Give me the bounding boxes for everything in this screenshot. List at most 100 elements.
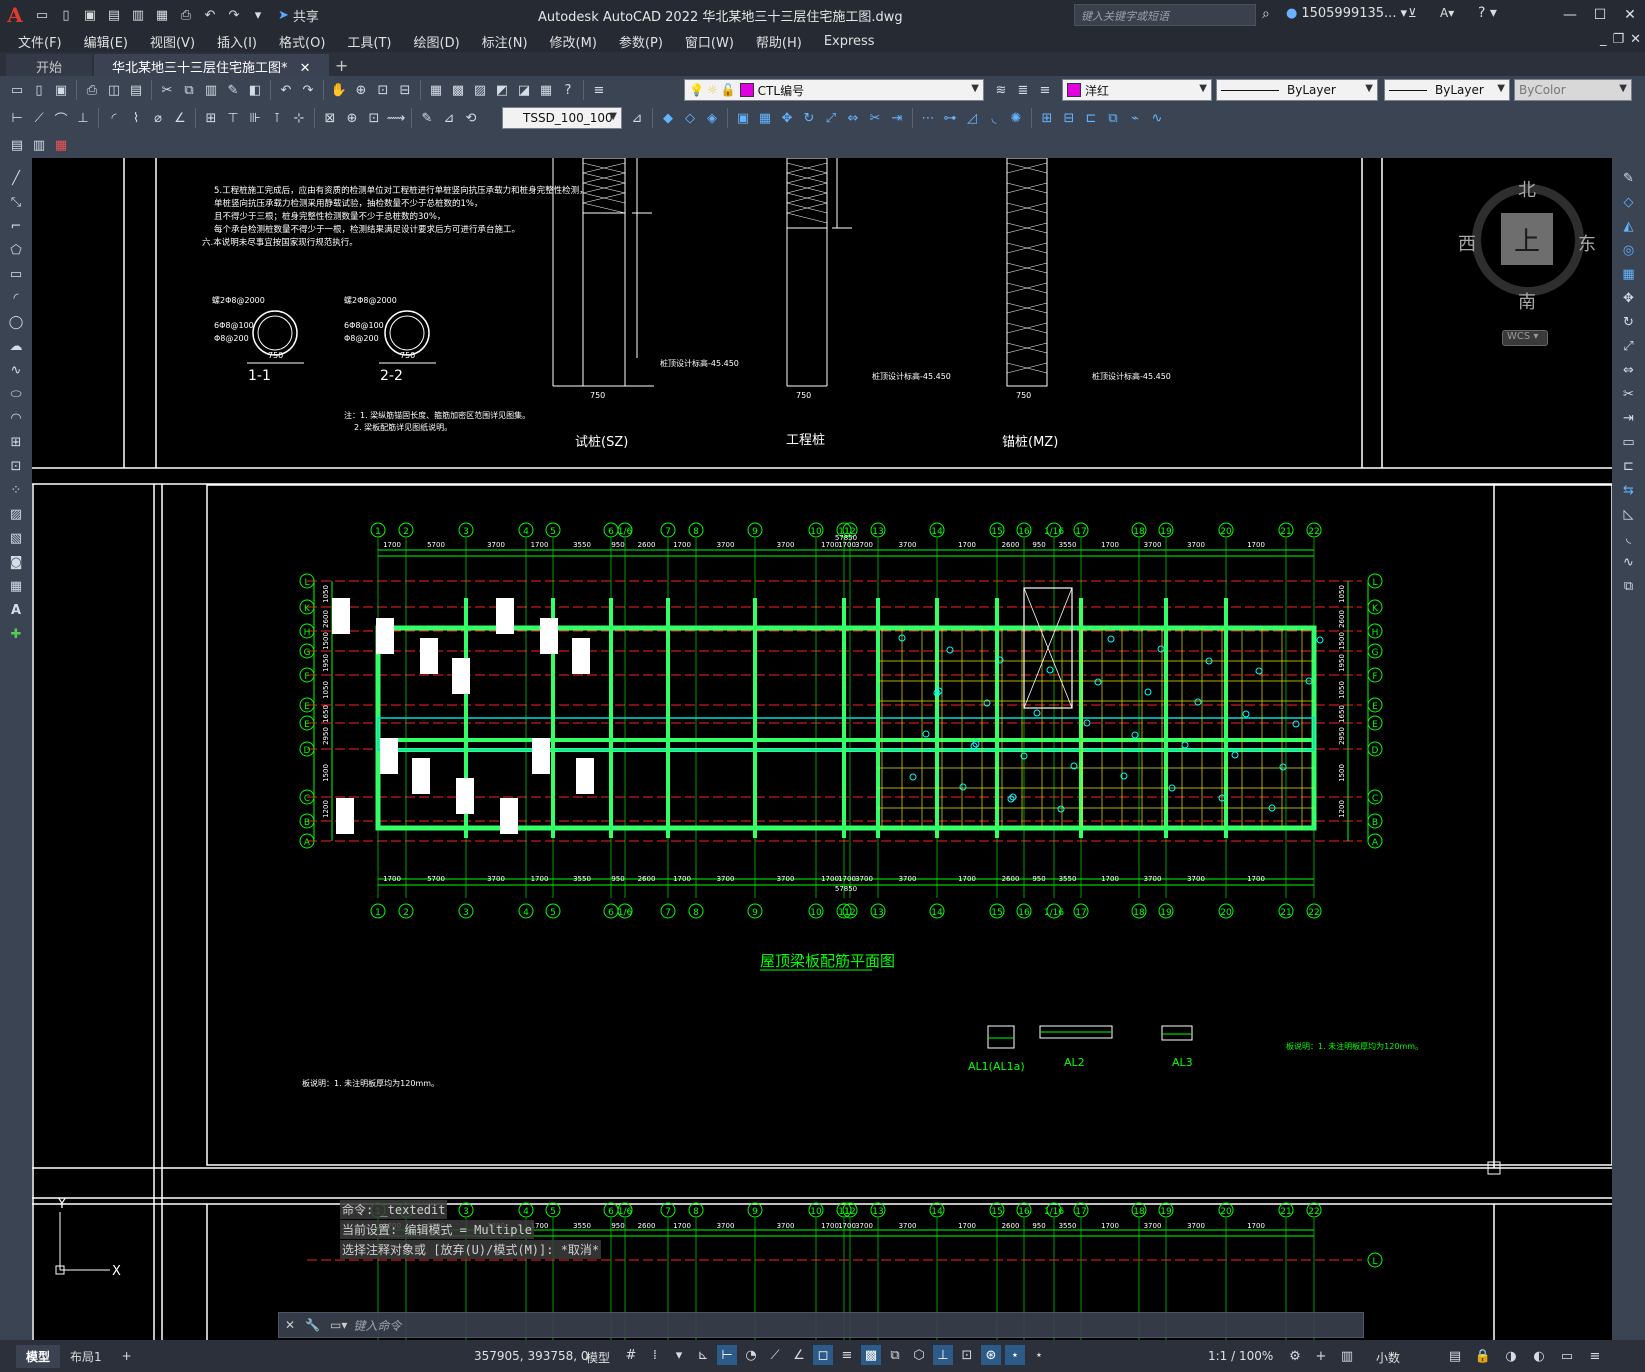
line-icon[interactable]: ╱ — [6, 168, 26, 188]
compass-west[interactable]: 西 — [1458, 230, 1476, 256]
maximize-icon[interactable]: ☐ — [1585, 0, 1615, 30]
linetype-dropdown[interactable]: ByLayer ▼ — [1216, 79, 1378, 101]
save-as-icon[interactable]: ▤ — [104, 4, 124, 26]
fillet-icon[interactable]: ◟ — [1619, 528, 1639, 548]
dim-baseline-icon[interactable]: ⊤ — [223, 108, 243, 128]
minimize-icon[interactable]: — — [1555, 0, 1585, 30]
transparency-icon[interactable]: ▩ — [861, 1345, 881, 1365]
menu-modify[interactable]: 修改(M) — [550, 32, 597, 51]
make-block-icon[interactable]: ▥ — [29, 135, 49, 155]
save-icon[interactable]: ▣ — [51, 80, 71, 100]
explode-icon[interactable]: ✺ — [1006, 108, 1026, 128]
arc-icon[interactable]: ◜ — [6, 288, 26, 308]
align-icon[interactable]: ⊏ — [1081, 108, 1101, 128]
polar-icon[interactable]: ◔ — [741, 1345, 761, 1365]
menu-window[interactable]: 窗口(W) — [685, 32, 734, 51]
redo-icon[interactable]: ↷ — [224, 4, 244, 26]
calculator-icon[interactable]: ▦ — [536, 80, 556, 100]
publish-icon[interactable]: ▤ — [126, 80, 146, 100]
copy-icon[interactable]: ⧉ — [179, 80, 199, 100]
break-point-icon[interactable]: ▭ — [1619, 432, 1639, 452]
customization-icon[interactable]: ≡ — [1585, 1346, 1605, 1366]
menu-insert[interactable]: 插入(I) — [217, 32, 257, 51]
cut-icon[interactable]: ✂ — [157, 80, 177, 100]
help-icon[interactable]: ? — [558, 80, 578, 100]
layer-previous-icon[interactable]: ≣ — [1013, 80, 1033, 100]
lineweight-dropdown[interactable]: ByLayer ▼ — [1384, 79, 1510, 101]
new-tab-icon[interactable]: + — [331, 54, 353, 76]
break-icon[interactable]: ⊏ — [1619, 456, 1639, 476]
model-space-toggle[interactable]: 模型 — [586, 1349, 610, 1366]
menu-dimension[interactable]: 标注(N) — [482, 32, 528, 51]
grid-icon[interactable]: # — [621, 1345, 641, 1365]
paste-icon[interactable]: ▥ — [201, 80, 221, 100]
undo-icon[interactable]: ↶ — [276, 80, 296, 100]
clean-screen-icon[interactable]: ▭ — [1557, 1346, 1577, 1366]
rotate-icon[interactable]: ↻ — [1619, 312, 1639, 332]
print-icon[interactable]: ⎙ — [176, 4, 196, 26]
zoom-realtime-icon[interactable]: ⊕ — [351, 80, 371, 100]
lock-ui-icon[interactable]: 🔒 — [1473, 1346, 1493, 1366]
publish-icon[interactable]: ▥ — [128, 4, 148, 26]
color-dropdown[interactable]: 洋红 ▼ — [1062, 79, 1212, 101]
point-icon[interactable]: ⁘ — [6, 480, 26, 500]
dynamic-ucs-icon[interactable]: ⊥ — [933, 1345, 953, 1365]
zoom-window-icon[interactable]: ⊡ — [373, 80, 393, 100]
undo-icon[interactable]: ↶ — [200, 4, 220, 26]
group-icon[interactable]: ⊞ — [1037, 108, 1057, 128]
pan-icon[interactable]: ✋ — [329, 80, 349, 100]
extend-icon[interactable]: ⇥ — [887, 108, 907, 128]
layer-dropdown[interactable]: 💡 ☼ 🔓 CTL编号 ▼ — [684, 79, 984, 101]
menu-parametric[interactable]: 参数(P) — [619, 32, 663, 51]
infer-icon[interactable]: ⊾ — [693, 1345, 713, 1365]
dim-style-icon[interactable]: ⊿ — [627, 108, 647, 128]
dim-ordinate-icon[interactable]: ⊥ — [73, 108, 93, 128]
compass-east[interactable]: 东 — [1578, 230, 1596, 256]
ungroup-icon[interactable]: ⊟ — [1059, 108, 1079, 128]
blend-icon[interactable]: ∿ — [1619, 552, 1639, 572]
zoom-previous-icon[interactable]: ⊟ — [395, 80, 415, 100]
explode-icon[interactable]: ⧉ — [1619, 576, 1639, 596]
dim-aligned-icon[interactable]: ⟋ — [29, 108, 49, 128]
open-icon[interactable]: ▯ — [29, 80, 49, 100]
close-icon[interactable]: ✕ — [1615, 0, 1645, 30]
quick-properties-icon[interactable]: ▤ — [1445, 1346, 1465, 1366]
gear-icon[interactable]: ⚙ — [1285, 1346, 1305, 1366]
selection-cycling-icon[interactable]: ⧉ — [885, 1345, 905, 1365]
dim-update-icon[interactable]: ⟲ — [461, 108, 481, 128]
draw-order-icon[interactable]: ⧉ — [1103, 108, 1123, 128]
drawing-canvas[interactable]: 5.工程桩施工完成后，应由有资质的检测单位对工程桩进行单桩竖向抗压承载力和桩身完… — [32, 158, 1612, 1348]
command-input[interactable]: 键入命令 — [353, 1317, 401, 1334]
tolerance-icon[interactable]: ⊠ — [320, 108, 340, 128]
doc-restore-icon[interactable]: ❐ — [1612, 32, 1624, 47]
customize-icon[interactable]: 🔧 — [305, 1318, 320, 1332]
ellipse-icon[interactable]: ⬭ — [6, 384, 26, 404]
trim-icon[interactable]: ✂ — [865, 108, 885, 128]
region-icon[interactable]: ◙ — [6, 552, 26, 572]
compass-north[interactable]: 北 — [1518, 176, 1536, 202]
customize-dropdown-icon[interactable]: ▾ — [248, 4, 268, 26]
plot-icon[interactable]: ⎙ — [82, 80, 102, 100]
menu-edit[interactable]: 编辑(E) — [84, 32, 128, 51]
gizmo-icon[interactable]: ⊛ — [981, 1345, 1001, 1365]
plotstyle-dropdown[interactable]: ByColor ▼ — [1514, 79, 1632, 101]
circle-icon[interactable]: ◯ — [6, 312, 26, 332]
mtext-icon[interactable]: A — [6, 600, 26, 620]
array-icon[interactable]: ▦ — [755, 108, 775, 128]
add-selected-icon[interactable]: ✚ — [6, 624, 26, 644]
dim-space-icon[interactable]: ⊺ — [267, 108, 287, 128]
trim-icon[interactable]: ✂ — [1619, 384, 1639, 404]
dim-text-edit-icon[interactable]: ⊿ — [439, 108, 459, 128]
web-mobile-icon[interactable]: ▦ — [152, 4, 172, 26]
layer-properties-icon[interactable]: ≡ — [589, 80, 609, 100]
fillet-icon[interactable]: ◟ — [984, 108, 1004, 128]
layer-states-icon[interactable]: ≡ — [1035, 80, 1055, 100]
copy-icon[interactable]: ◇ — [1619, 192, 1639, 212]
join-icon[interactable]: ⊶ — [940, 108, 960, 128]
open-file-icon[interactable]: ▯ — [56, 4, 76, 26]
menu-draw[interactable]: 绘图(D) — [414, 32, 460, 51]
3dosnap-icon[interactable]: ⬡ — [909, 1345, 929, 1365]
cart-icon[interactable]: ⊻ — [1408, 6, 1417, 20]
erase-icon[interactable]: ✎ — [1619, 168, 1639, 188]
viewcube[interactable]: 上 北 南 东 西 WCS ▾ — [1458, 176, 1596, 346]
